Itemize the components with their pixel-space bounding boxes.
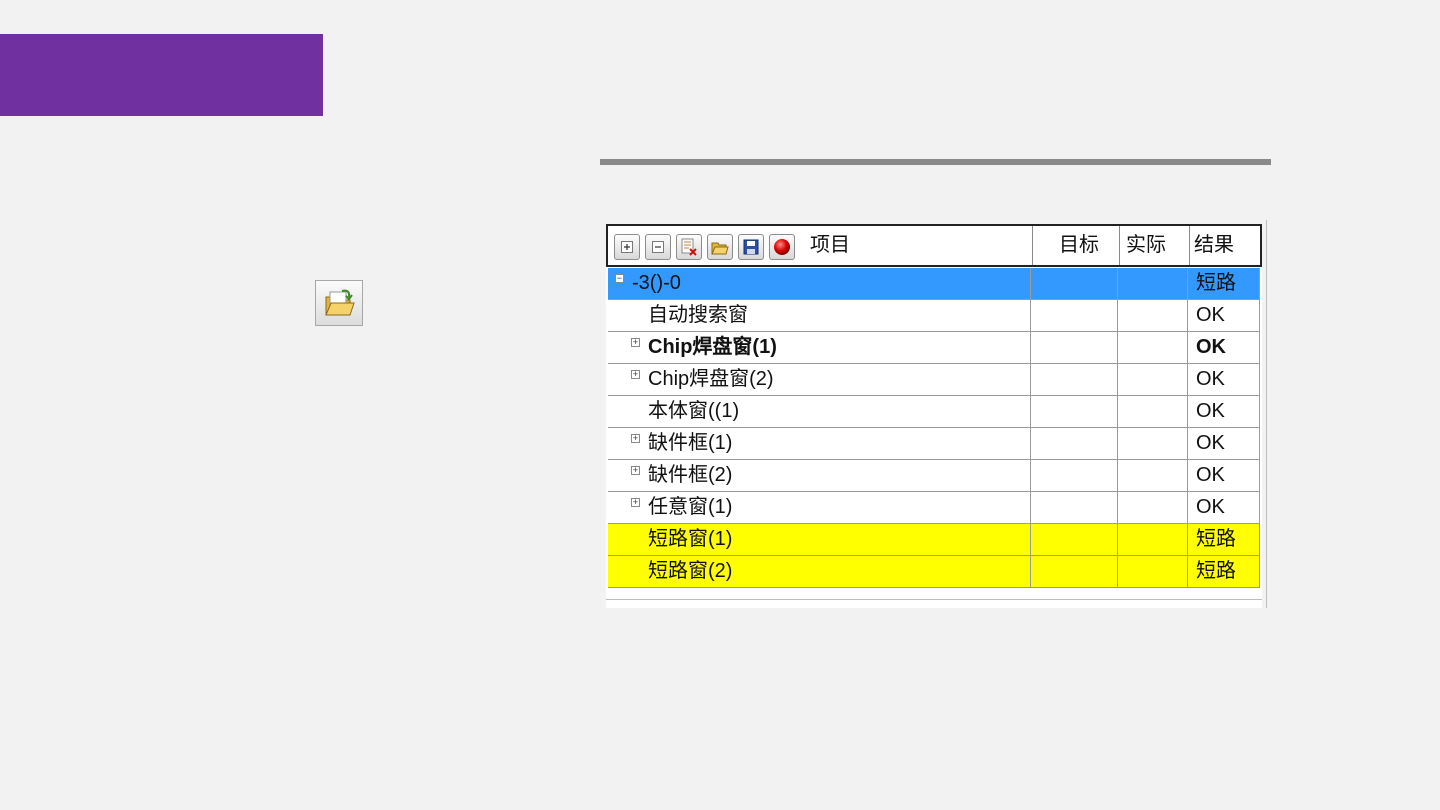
row-result-cell[interactable]: OK (1187, 364, 1260, 395)
save-icon (743, 239, 759, 255)
collapse-node-icon[interactable]: − (615, 274, 624, 283)
row-target-cell[interactable] (1030, 460, 1117, 491)
row-item-cell[interactable]: + Chip焊盘窗(2) (608, 364, 1030, 395)
row-item-label: 短路窗(2) (648, 560, 733, 582)
expand-node-icon[interactable]: + (631, 370, 640, 379)
accent-header-bar (0, 34, 323, 116)
row-item-cell[interactable]: 短路窗(2) (608, 556, 1030, 587)
column-item-label: 项目 (810, 234, 850, 256)
expand-node-icon[interactable]: + (631, 498, 640, 507)
open-button[interactable] (707, 234, 733, 260)
expand-node-icon[interactable]: + (631, 338, 640, 347)
row-actual-cell[interactable] (1117, 300, 1187, 331)
table-row[interactable]: + 缺件框(1) OK (608, 428, 1260, 460)
column-target-header[interactable]: 目标 (1032, 226, 1119, 265)
expand-all-button[interactable] (614, 234, 640, 260)
row-item-cell[interactable]: 短路窗(1) (608, 524, 1030, 555)
record-button[interactable] (769, 234, 795, 260)
table-row[interactable]: + Chip焊盘窗(1) OK (608, 332, 1260, 364)
row-result-cell[interactable]: OK (1187, 300, 1260, 331)
row-result-cell[interactable]: 短路 (1187, 524, 1260, 555)
row-actual-cell[interactable] (1117, 268, 1187, 299)
row-target-cell[interactable] (1030, 524, 1117, 555)
row-item-label: Chip焊盘窗(2) (648, 368, 774, 390)
row-result-cell[interactable]: OK (1187, 396, 1260, 427)
row-item-cell[interactable]: − -3()-0 (608, 268, 1030, 299)
table-row[interactable]: + 缺件框(2) OK (608, 460, 1260, 492)
table-row[interactable]: 短路窗(2) 短路 (608, 556, 1260, 588)
row-actual-cell[interactable] (1117, 364, 1187, 395)
collapse-all-icon (652, 241, 664, 253)
row-actual-cell[interactable] (1117, 332, 1187, 363)
row-target-cell[interactable] (1030, 428, 1117, 459)
row-item-label: 任意窗(1) (648, 496, 733, 518)
expand-all-icon (621, 241, 633, 253)
row-item-label: 自动搜索窗 (648, 304, 748, 326)
title-divider (600, 159, 1271, 165)
row-result-cell[interactable]: 短路 (1187, 556, 1260, 587)
row-result-cell[interactable]: OK (1187, 332, 1260, 363)
grid-border-line (1266, 220, 1267, 608)
grid-header: 项目 目标 实际 结果 (606, 224, 1262, 267)
row-item-cell[interactable]: + 任意窗(1) (608, 492, 1030, 523)
save-button[interactable] (738, 234, 764, 260)
inspection-result-grid: 项目 目标 实际 结果 − -3()-0 短路 自动搜索窗 OK + Chip焊盘窗(1) O… (606, 224, 1262, 608)
row-item-label: 本体窗((1) (648, 400, 740, 422)
table-row[interactable]: + 任意窗(1) OK (608, 492, 1260, 524)
open-file-button[interactable] (315, 280, 363, 326)
row-actual-cell[interactable] (1117, 556, 1187, 587)
row-target-cell[interactable] (1030, 492, 1117, 523)
row-result-cell[interactable]: 短路 (1187, 268, 1260, 299)
expand-node-icon[interactable]: + (631, 466, 640, 475)
row-target-cell[interactable] (1030, 332, 1117, 363)
open-folder-icon (711, 242, 729, 255)
expand-node-icon[interactable]: + (631, 434, 640, 443)
table-row[interactable]: + Chip焊盘窗(2) OK (608, 364, 1260, 396)
row-target-cell[interactable] (1030, 396, 1117, 427)
row-item-cell[interactable]: 本体窗((1) (608, 396, 1030, 427)
table-row[interactable]: 本体窗((1) OK (608, 396, 1260, 428)
column-result-header[interactable]: 结果 (1189, 226, 1260, 265)
grid-bottom-line (606, 599, 1262, 600)
row-item-label: 缺件框(2) (648, 464, 733, 486)
row-result-cell[interactable]: OK (1187, 428, 1260, 459)
delete-icon (681, 238, 697, 256)
delete-button[interactable] (676, 234, 702, 260)
row-target-cell[interactable] (1030, 364, 1117, 395)
table-row[interactable]: 短路窗(1) 短路 (608, 524, 1260, 556)
table-row[interactable]: 自动搜索窗 OK (608, 300, 1260, 332)
row-actual-cell[interactable] (1117, 492, 1187, 523)
open-folder-icon (325, 289, 355, 316)
row-actual-cell[interactable] (1117, 524, 1187, 555)
row-item-cell[interactable]: + 缺件框(2) (608, 460, 1030, 491)
row-actual-cell[interactable] (1117, 428, 1187, 459)
table-row[interactable]: − -3()-0 短路 (608, 268, 1260, 300)
row-item-label: Chip焊盘窗(1) (648, 336, 777, 358)
row-result-cell[interactable]: OK (1187, 492, 1260, 523)
row-item-label: 缺件框(1) (648, 432, 733, 454)
row-actual-cell[interactable] (1117, 396, 1187, 427)
row-actual-cell[interactable] (1117, 460, 1187, 491)
row-item-cell[interactable]: + 缺件框(1) (608, 428, 1030, 459)
record-icon (774, 239, 790, 255)
row-item-cell[interactable]: + Chip焊盘窗(1) (608, 332, 1030, 363)
column-actual-header[interactable]: 实际 (1119, 226, 1189, 265)
row-target-cell[interactable] (1030, 556, 1117, 587)
collapse-all-button[interactable] (645, 234, 671, 260)
row-target-cell[interactable] (1030, 300, 1117, 331)
row-item-cell[interactable]: 自动搜索窗 (608, 300, 1030, 331)
row-result-cell[interactable]: OK (1187, 460, 1260, 491)
row-item-label: 短路窗(1) (648, 528, 733, 550)
column-item-header[interactable]: 项目 (608, 226, 1032, 265)
row-target-cell[interactable] (1030, 268, 1117, 299)
row-item-label: -3()-0 (632, 272, 681, 294)
